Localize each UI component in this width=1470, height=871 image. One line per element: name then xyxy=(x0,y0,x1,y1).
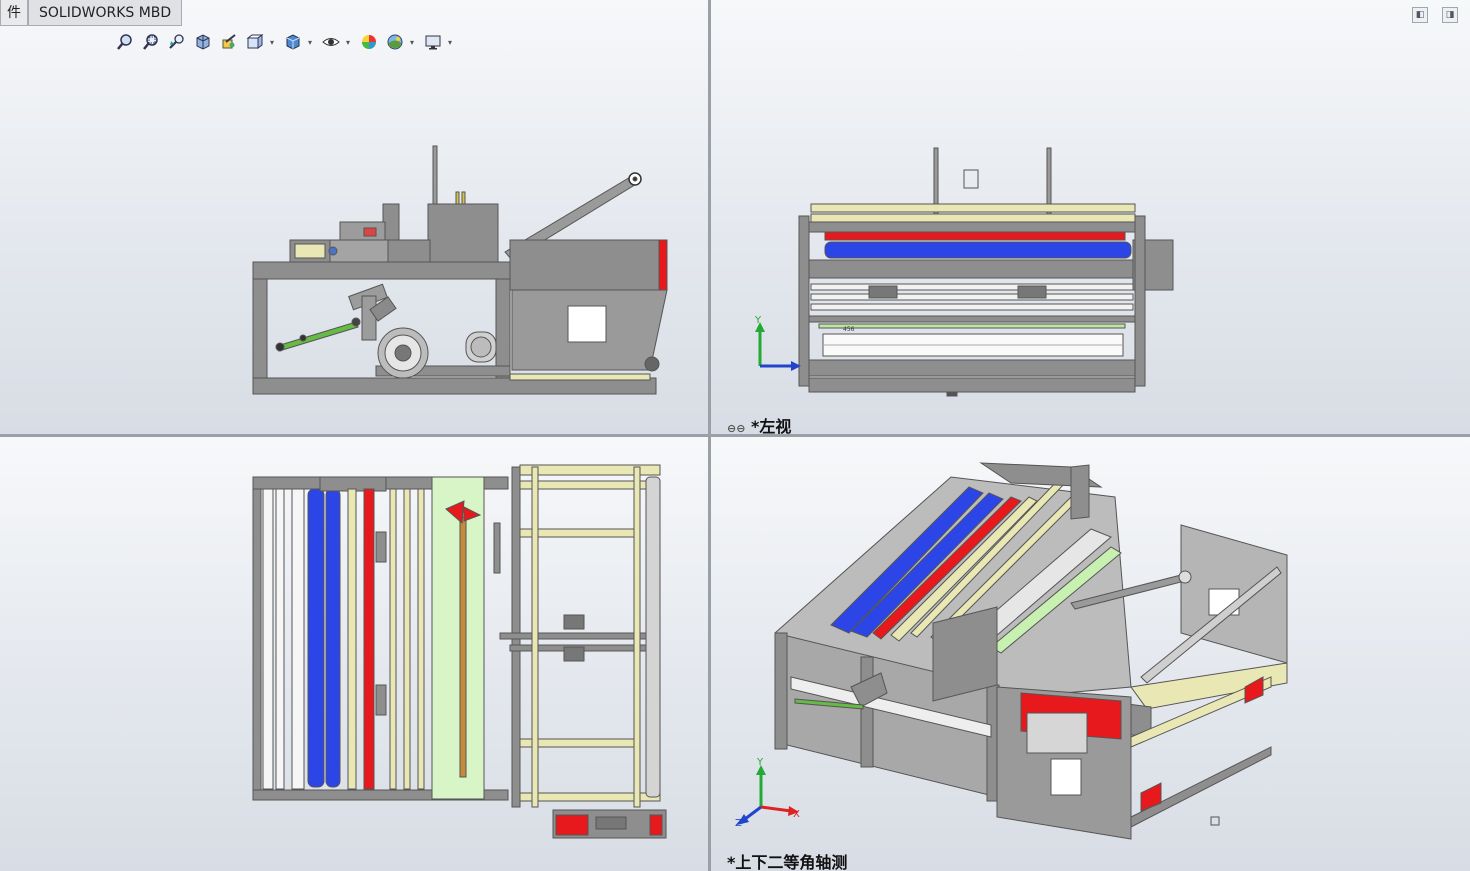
view-label-left: ⊖⊖ *左视 xyxy=(727,417,792,434)
vertical-viewport-splitter[interactable] xyxy=(708,0,711,871)
hide-show-items-dropdown[interactable]: ▾ xyxy=(346,38,354,47)
view-settings-icon xyxy=(425,35,441,50)
svg-text:Z: Z xyxy=(735,818,742,829)
dynamic-annotation-icon xyxy=(222,34,236,49)
apply-scene-button[interactable] xyxy=(384,32,406,52)
model-label-456: 456 xyxy=(843,326,855,333)
document-tabs: 件 SOLIDWORKS MBD xyxy=(0,0,183,27)
display-style-dropdown[interactable]: ▾ xyxy=(308,38,316,47)
view-settings-button[interactable] xyxy=(422,32,444,52)
tab-part[interactable]: 件 xyxy=(0,0,28,26)
apply-scene-icon xyxy=(387,34,403,50)
model-front-view xyxy=(252,145,668,395)
model-top-view xyxy=(252,464,667,839)
section-view-icon xyxy=(196,34,210,50)
model-left-view: 456 Y xyxy=(754,147,1174,397)
viewport-left-view[interactable]: ◧ ◨ 456 Y ⊖⊖ *左视 xyxy=(711,0,1470,434)
dynamic-annotation-button[interactable] xyxy=(218,32,240,52)
zoom-to-area-icon xyxy=(143,34,158,50)
viewport-trimetric[interactable]: Y X Z *上下二等角轴测 xyxy=(711,437,1470,871)
viewport-front[interactable] xyxy=(0,0,708,434)
zoom-to-fit-button[interactable] xyxy=(114,32,136,52)
tab-solidworks-mbd[interactable]: SOLIDWORKS MBD xyxy=(28,0,183,26)
display-style-button[interactable] xyxy=(282,32,304,52)
heads-up-view-toolbar: ▾ ▾ ▾ ▾ ▾ xyxy=(114,32,456,52)
previous-view-button[interactable] xyxy=(166,32,188,52)
model-trimetric-view: Y X Z xyxy=(735,462,1288,840)
svg-text:Y: Y xyxy=(756,757,764,768)
horizontal-viewport-splitter[interactable] xyxy=(0,434,1470,437)
view-settings-dropdown[interactable]: ▾ xyxy=(448,38,456,47)
view-orientation-button[interactable] xyxy=(244,32,266,52)
restore-viewport-icon[interactable]: ◧ xyxy=(1412,7,1428,23)
hide-show-items-icon xyxy=(322,38,340,46)
view-orientation-icon xyxy=(246,34,264,49)
triad-axes: Y xyxy=(754,315,801,371)
edit-appearance-button[interactable] xyxy=(358,32,380,52)
display-style-icon xyxy=(286,34,300,50)
svg-text:Y: Y xyxy=(754,315,762,326)
triad-axes: Y X Z xyxy=(735,757,800,829)
previous-view-icon xyxy=(169,34,184,49)
zoom-to-fit-icon xyxy=(117,34,132,50)
view-orientation-dropdown[interactable]: ▾ xyxy=(270,38,278,47)
apply-scene-dropdown[interactable]: ▾ xyxy=(410,38,418,47)
hide-show-items-button[interactable] xyxy=(320,32,342,52)
view-orientation-icon: ⊖⊖ xyxy=(727,422,746,434)
svg-text:X: X xyxy=(793,809,800,820)
viewport-corner-buttons: ◧ ◨ xyxy=(1412,7,1458,23)
zoom-to-area-button[interactable] xyxy=(140,32,162,52)
edit-appearance-icon xyxy=(362,35,376,49)
maximize-viewport-icon[interactable]: ◨ xyxy=(1442,7,1458,23)
view-label-trimetric: *上下二等角轴测 xyxy=(727,853,848,871)
section-view-button[interactable] xyxy=(192,32,214,52)
viewport-top-view[interactable] xyxy=(0,437,708,871)
